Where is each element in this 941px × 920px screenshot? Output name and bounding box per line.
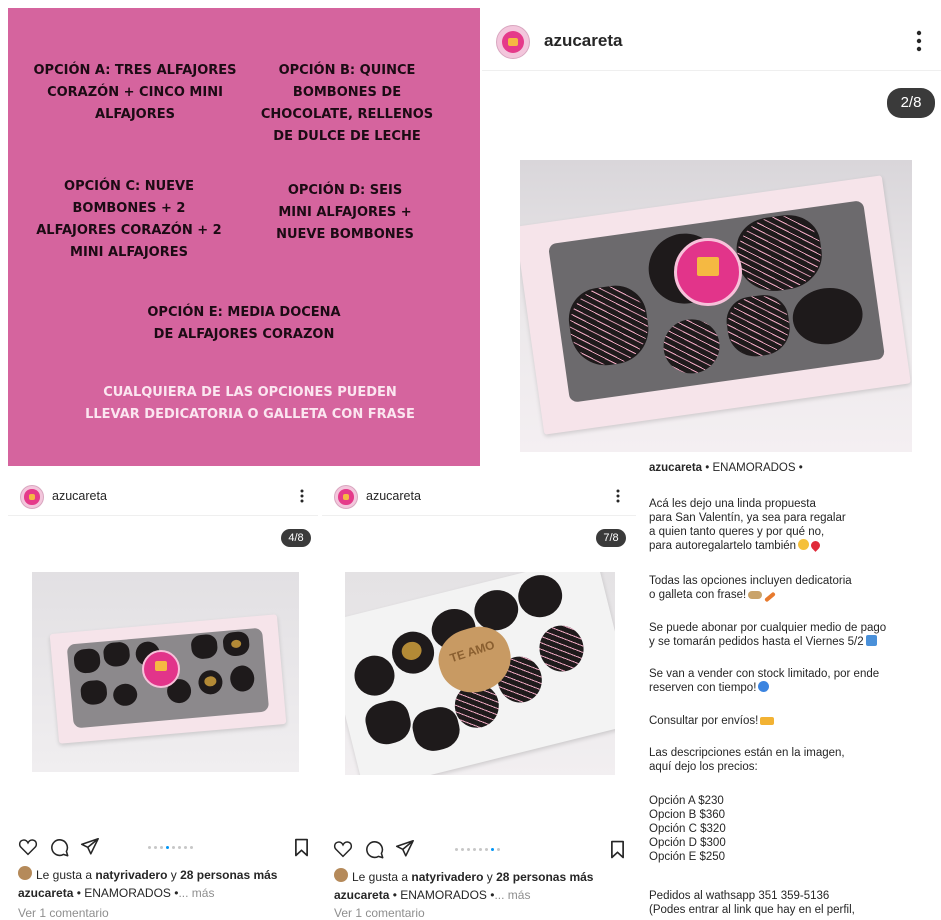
dedication-note: Cualquiera de las opciones pueden llevar…	[85, 385, 415, 422]
heart-icon[interactable]	[333, 840, 353, 863]
caption-username[interactable]: azucareta	[18, 886, 73, 900]
caption-paragraph-1: Acá les dejo una linda propuesta para Sa…	[649, 498, 846, 552]
more-vertical-icon[interactable]	[616, 489, 624, 505]
post-username[interactable]: azucareta	[544, 31, 622, 51]
likes-text: Le gusta a natyrivadero y 28 personas má…	[18, 866, 277, 882]
bookmark-icon[interactable]	[610, 840, 625, 864]
likes-count[interactable]: 28 personas más	[180, 868, 277, 882]
liker-avatar[interactable]	[334, 868, 348, 882]
caption-paragraph-4: Se van a vender con stock limitado, por …	[649, 668, 880, 694]
more-link[interactable]: ... más	[178, 886, 214, 900]
more-vertical-icon[interactable]	[300, 489, 308, 505]
view-comments-link[interactable]: Ver 1 comentario	[334, 906, 425, 920]
view-comments-link[interactable]: Ver 1 comentario	[18, 906, 109, 920]
caption-paragraph-3: Se puede abonar por cualquier medio de p…	[649, 622, 887, 648]
carousel-counter: 2/8	[887, 88, 935, 118]
option-b-text: Opción B: quince bombones de chocolate, …	[260, 63, 434, 144]
clock-emoji-icon	[758, 681, 770, 692]
price-list: Opción A $230 Opcion B $360 Opción C $32…	[649, 795, 726, 863]
calendar-emoji-icon	[865, 635, 877, 646]
post-photo[interactable]: TE AMO	[345, 572, 615, 775]
liker-avatar[interactable]	[18, 866, 32, 880]
pencil-emoji-icon	[764, 591, 777, 603]
bookmark-icon[interactable]	[294, 838, 309, 862]
caption-preview: azucareta • ENAMORADOS •... más	[18, 886, 215, 900]
share-icon[interactable]	[80, 837, 99, 861]
option-c-text: Opción C: nueve bombones + 2 alfajores c…	[36, 179, 222, 260]
post-photo[interactable]	[32, 572, 299, 772]
cookie-emoji-icon	[748, 591, 763, 599]
option-d-text: Opción D: seis mini alfajores + nueve bo…	[276, 183, 414, 242]
caption-paragraph-5: Consultar por envíos!	[649, 714, 775, 728]
more-link[interactable]: ... más	[494, 888, 530, 902]
likes-text: Le gusta a natyrivadero y 28 personas má…	[334, 868, 593, 884]
header-divider	[482, 70, 941, 71]
header-divider	[8, 515, 318, 516]
carousel-counter: 7/8	[596, 529, 626, 547]
caption-tag: • ENAMORADOS •	[702, 462, 803, 474]
share-icon[interactable]	[395, 839, 414, 863]
header-divider	[322, 515, 636, 516]
likes-count[interactable]: 28 personas más	[496, 870, 593, 884]
caption-paragraph-2: Todas las opciones incluyen dedicatoria …	[649, 575, 852, 603]
caption-username[interactable]: azucareta	[649, 462, 702, 474]
comment-icon[interactable]	[365, 840, 384, 864]
options-info-card: Opción A: tres alfajores corazón + cinco…	[8, 8, 480, 466]
brand-seal	[142, 650, 180, 688]
brand-seal	[674, 238, 742, 306]
avatar[interactable]	[334, 485, 358, 509]
heart-icon[interactable]	[18, 838, 38, 861]
red-heart-emoji-icon	[809, 539, 822, 552]
post-photo[interactable]	[520, 160, 912, 452]
caption-header: azucareta • ENAMORADOS •	[649, 462, 803, 474]
smile-emoji-icon	[798, 539, 810, 550]
option-a-text: Opción A: tres alfajores corazón + cinco…	[33, 63, 237, 122]
caption-username[interactable]: azucareta	[334, 888, 389, 902]
comment-icon[interactable]	[50, 838, 69, 862]
truck-emoji-icon	[760, 717, 775, 725]
caption-preview: azucareta • ENAMORADOS •... más	[334, 888, 531, 902]
avatar[interactable]	[496, 25, 530, 59]
avatar[interactable]	[20, 485, 44, 509]
option-e-text: Opción E: media docena de alfajores cora…	[147, 305, 341, 342]
caption-paragraph-8: Pedidos al wathsapp 351 359-5136 (Podes …	[649, 890, 855, 916]
post-username[interactable]: azucareta	[366, 489, 421, 503]
liker-username[interactable]: natyrivadero	[411, 870, 483, 884]
carousel-dots	[455, 848, 500, 851]
liker-username[interactable]: natyrivadero	[95, 868, 167, 882]
caption-paragraph-6: Las descripciones están en la imagen, aq…	[649, 747, 845, 773]
carousel-dots	[148, 846, 193, 849]
more-vertical-icon[interactable]	[916, 30, 928, 54]
post-username[interactable]: azucareta	[52, 489, 107, 503]
carousel-counter: 4/8	[281, 529, 311, 547]
